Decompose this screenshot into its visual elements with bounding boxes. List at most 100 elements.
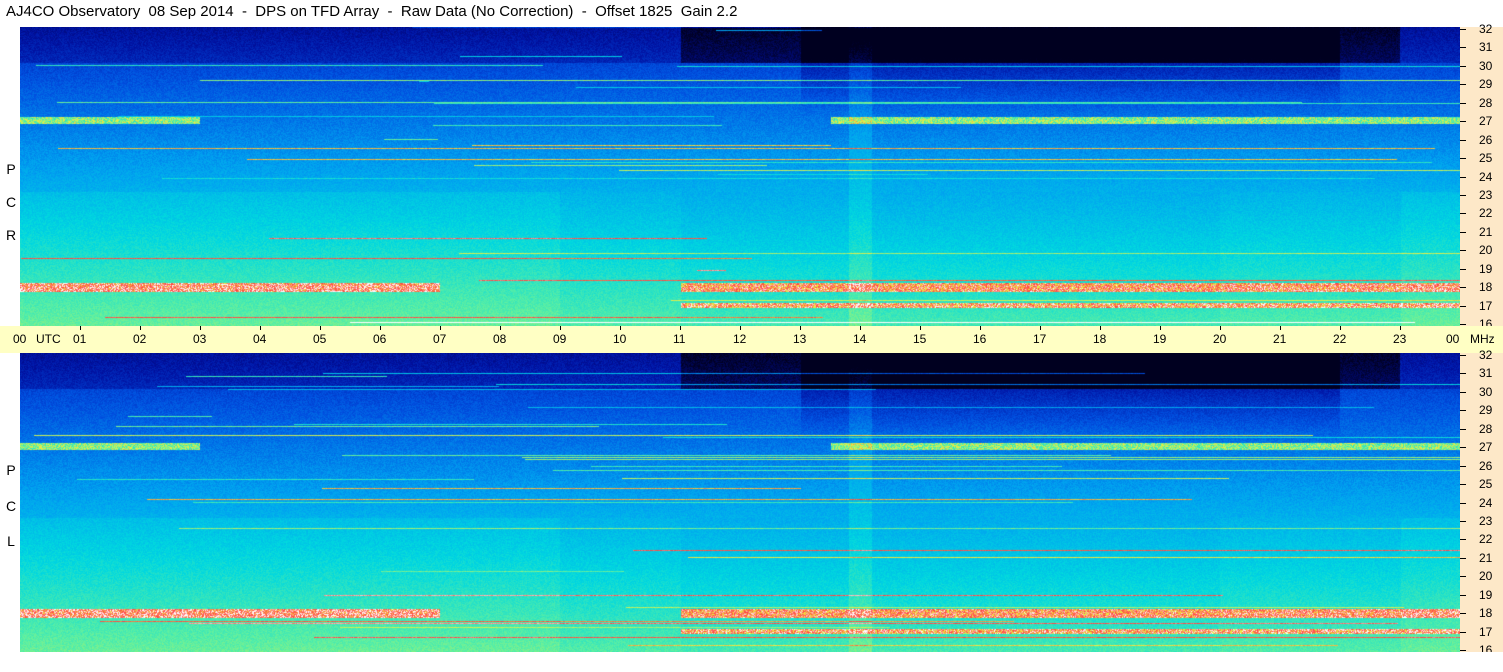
chart-title: AJ4CO Observatory 08 Sep 2014 - DPS on T… [6, 3, 738, 20]
rcp-spectrogram-canvas [20, 27, 1460, 326]
freq-tick [1460, 140, 1466, 141]
freq-label: 21 [1479, 551, 1493, 565]
freq-label: 31 [1479, 366, 1493, 380]
freq-label: 29 [1479, 77, 1493, 91]
time-tick [860, 326, 861, 330]
time-tick [680, 326, 681, 330]
freq-label: 24 [1479, 496, 1493, 510]
freq-tick [1460, 558, 1466, 559]
time-label: 20 [1213, 332, 1227, 346]
rcp-label-letter-2: C [5, 194, 17, 210]
freq-tick [1460, 503, 1466, 504]
freq-tick [1460, 447, 1466, 448]
freq-label: 26 [1479, 133, 1493, 147]
lcp-frequency-scale: 32 31 30 29 28 27 26 25 24 23 22 21 20 19 18 17 16 [1460, 349, 1503, 656]
lcp-spectrogram-canvas [20, 353, 1460, 652]
time-tick [560, 326, 561, 330]
freq-label: 17 [1479, 299, 1493, 313]
time-tick [200, 326, 201, 330]
lcp-spectrogram [20, 353, 1460, 652]
freq-tick [1460, 250, 1466, 251]
freq-label: 27 [1479, 114, 1493, 128]
time-tick [1040, 326, 1041, 330]
freq-label: 29 [1479, 403, 1493, 417]
freq-label: 19 [1479, 262, 1493, 276]
unit-label: MHz [1470, 332, 1495, 346]
freq-label: 19 [1479, 588, 1493, 602]
freq-tick [1460, 84, 1466, 85]
freq-tick [1460, 103, 1466, 104]
freq-tick [1460, 355, 1466, 356]
time-label: 12 [733, 332, 747, 346]
freq-tick [1460, 650, 1466, 651]
time-label: 22 [1333, 332, 1347, 346]
time-label: 13 [793, 332, 807, 346]
freq-tick [1460, 429, 1466, 430]
freq-tick [1460, 121, 1466, 122]
time-label: 14 [853, 332, 867, 346]
freq-label: 25 [1479, 477, 1493, 491]
freq-tick [1460, 47, 1466, 48]
time-label-start: 00 [13, 332, 27, 346]
freq-label: 20 [1479, 243, 1493, 257]
time-label: 04 [253, 332, 267, 346]
freq-label: 20 [1479, 569, 1493, 583]
freq-label: 28 [1479, 422, 1493, 436]
time-label: 23 [1393, 332, 1407, 346]
time-tick [380, 326, 381, 330]
freq-label: 23 [1479, 188, 1493, 202]
freq-tick [1460, 392, 1466, 393]
time-label: 11 [673, 332, 686, 346]
time-label: 02 [133, 332, 147, 346]
time-tick [800, 326, 801, 330]
lcp-label-strip: P C L [0, 353, 20, 652]
lcp-label-letter-3: L [7, 533, 15, 549]
lcp-label-letter-2: C [5, 498, 17, 514]
lcp-label-letter-1: P [6, 462, 16, 478]
time-tick [260, 326, 261, 330]
freq-tick [1460, 29, 1466, 30]
time-tick [320, 326, 321, 330]
freq-tick [1460, 466, 1466, 467]
freq-tick [1460, 595, 1466, 596]
rcp-label-letter-3: R [5, 227, 17, 243]
time-tick [920, 326, 921, 330]
time-tick [1220, 326, 1221, 330]
freq-label: 30 [1479, 59, 1493, 73]
time-label: 01 [73, 332, 87, 346]
freq-label: 26 [1479, 459, 1493, 473]
time-tick [440, 326, 441, 330]
freq-label: 30 [1479, 385, 1493, 399]
freq-tick [1460, 287, 1466, 288]
freq-tick [1460, 306, 1466, 307]
time-tick [620, 326, 621, 330]
freq-tick [1460, 232, 1466, 233]
time-label: 17 [1033, 332, 1047, 346]
rcp-label-strip: P C R [0, 27, 20, 326]
freq-tick [1460, 539, 1466, 540]
utc-label: UTC [36, 332, 61, 346]
time-label: 16 [973, 332, 987, 346]
time-label: 09 [553, 332, 567, 346]
time-tick [140, 326, 141, 330]
freq-tick [1460, 632, 1466, 633]
freq-label: 24 [1479, 170, 1493, 184]
time-tick [1280, 326, 1281, 330]
rcp-frequency-scale: 32 31 30 29 28 27 26 25 24 23 22 21 20 19 18 17 16 [1460, 23, 1503, 330]
time-label: 07 [433, 332, 447, 346]
freq-tick [1460, 484, 1466, 485]
freq-label: 18 [1479, 280, 1493, 294]
freq-tick [1460, 324, 1466, 325]
time-label: 06 [373, 332, 387, 346]
time-tick [1160, 326, 1161, 330]
freq-tick [1460, 576, 1466, 577]
rcp-label-letter-1: P [6, 161, 16, 177]
footer-margin [0, 652, 1503, 672]
time-tick [740, 326, 741, 330]
freq-label: 22 [1479, 532, 1493, 546]
freq-label: 27 [1479, 440, 1493, 454]
time-tick [1100, 326, 1101, 330]
time-label: 19 [1153, 332, 1167, 346]
time-tick [1340, 326, 1341, 330]
freq-label: 31 [1479, 40, 1493, 54]
